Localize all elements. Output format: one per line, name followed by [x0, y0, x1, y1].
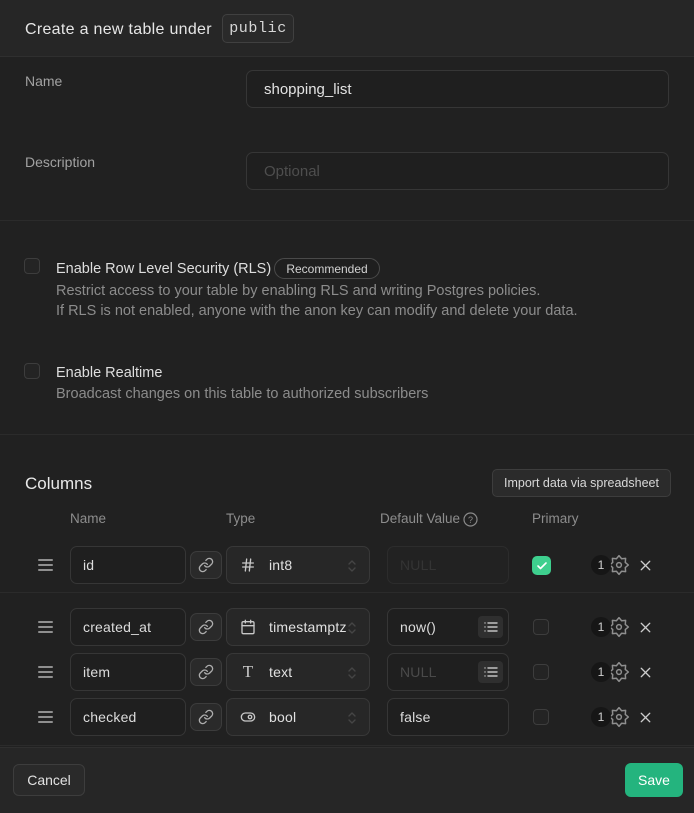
svg-text:?: ? [468, 515, 473, 525]
